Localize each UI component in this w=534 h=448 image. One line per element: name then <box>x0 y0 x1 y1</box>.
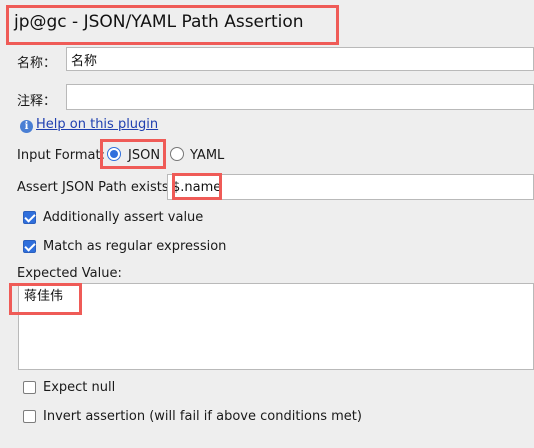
json-radio[interactable] <box>107 147 121 161</box>
regex-checkbox[interactable] <box>23 240 36 253</box>
invert-assertion-label[interactable]: Invert assertion (will fail if above con… <box>43 409 362 424</box>
info-icon: i <box>20 120 33 133</box>
additionally-assert-checkbox[interactable] <box>23 211 36 224</box>
yaml-radio-label[interactable]: YAML <box>190 148 224 163</box>
name-field[interactable] <box>66 47 534 71</box>
additionally-assert-label[interactable]: Additionally assert value <box>43 210 203 225</box>
expect-null-checkbox[interactable] <box>23 381 36 394</box>
comment-field[interactable] <box>66 84 534 110</box>
path-label: Assert JSON Path exists: <box>17 180 173 195</box>
expected-value-textarea[interactable]: 蒋佳伟 <box>18 283 534 370</box>
json-radio-label[interactable]: JSON <box>128 148 160 163</box>
help-link[interactable]: Help on this plugin <box>36 117 158 132</box>
expected-value-label: Expected Value: <box>17 266 122 281</box>
json-path-field[interactable] <box>167 174 534 200</box>
input-format-label: Input Format: <box>17 148 105 163</box>
yaml-radio[interactable] <box>170 147 184 161</box>
regex-label[interactable]: Match as regular expression <box>43 239 226 254</box>
name-label: 名称： <box>17 56 57 71</box>
expect-null-label[interactable]: Expect null <box>43 380 115 395</box>
page-title: jp@gc - JSON/YAML Path Assertion <box>14 12 304 32</box>
invert-assertion-checkbox[interactable] <box>23 410 36 423</box>
comment-label: 注释： <box>17 94 57 109</box>
